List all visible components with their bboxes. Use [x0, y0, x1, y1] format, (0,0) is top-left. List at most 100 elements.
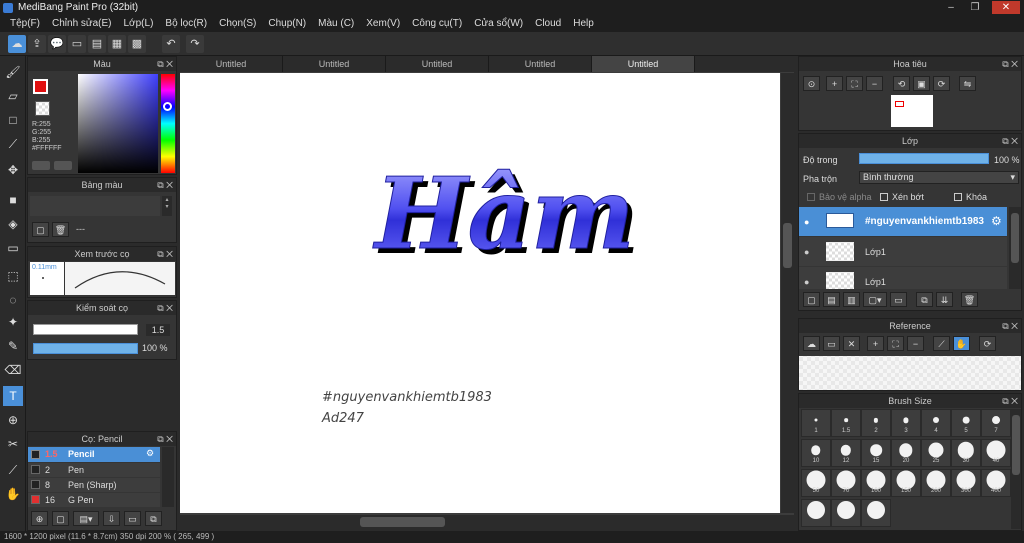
- zoom-in-icon[interactable]: +: [826, 76, 843, 91]
- folder-icon[interactable]: ▭: [890, 292, 907, 307]
- select-rect-icon[interactable]: ⬚: [3, 266, 23, 286]
- color-option-button[interactable]: [54, 161, 72, 170]
- palette-scrollbar[interactable]: ▴ ▾: [162, 196, 172, 216]
- palette-swatch-area[interactable]: [30, 196, 160, 216]
- canvas-vertical-scrollbar[interactable]: [781, 73, 794, 513]
- visibility-eye-icon[interactable]: ●: [804, 277, 809, 287]
- hue-slider[interactable]: [161, 74, 175, 173]
- grid-icon[interactable]: ▦: [108, 35, 126, 53]
- delete-palette-icon[interactable]: 🗑: [52, 222, 69, 237]
- zoom-in-icon[interactable]: +: [867, 336, 884, 351]
- tab-untitled-3[interactable]: Untitled: [386, 56, 489, 72]
- fit-icon[interactable]: ⛶: [887, 336, 904, 351]
- tab-untitled-5[interactable]: Untitled: [592, 56, 695, 72]
- cloud-icon[interactable]: ☁: [803, 336, 820, 351]
- brush-size-scroll-thumb[interactable]: [1012, 415, 1020, 475]
- brush-size-cell[interactable]: [801, 499, 831, 527]
- brush-size-cell[interactable]: 30: [951, 439, 981, 467]
- blend-mode-select[interactable]: Bình thường ▾: [859, 171, 1019, 184]
- brush-size-cell[interactable]: 7: [981, 409, 1011, 437]
- brush-menu-icon[interactable]: ▤▾: [73, 511, 99, 526]
- panel-controls-icon[interactable]: ⧉ ✕: [1002, 57, 1018, 71]
- menu-color[interactable]: Màu (C): [312, 16, 360, 32]
- brush-size-cell[interactable]: 2: [861, 409, 891, 437]
- new-layer-icon[interactable]: ▢: [803, 292, 820, 307]
- new-brush-icon[interactable]: ▢: [52, 511, 69, 526]
- brush-size-cell[interactable]: 4: [921, 409, 951, 437]
- brush-size-value[interactable]: 1.5: [146, 324, 170, 336]
- brush-size-slider[interactable]: [33, 324, 138, 335]
- chat-icon[interactable]: ▭: [68, 35, 86, 53]
- page-icon[interactable]: ▤: [88, 35, 106, 53]
- brush-size-cell[interactable]: 1: [801, 409, 831, 437]
- rotate-left-icon[interactable]: ⟲: [893, 76, 910, 91]
- line-icon[interactable]: ⟋: [3, 134, 23, 154]
- undo-icon[interactable]: ↶: [162, 35, 180, 53]
- layer-row[interactable]: ● Lớp1: [799, 237, 1007, 266]
- bucket-icon[interactable]: ◈: [3, 214, 23, 234]
- rotate-right-icon[interactable]: ⟳: [933, 76, 950, 91]
- visibility-eye-icon[interactable]: ●: [804, 217, 809, 227]
- brush-size-cell[interactable]: 10: [801, 439, 831, 467]
- duplicate-layer-icon[interactable]: ⧉: [916, 292, 933, 307]
- brush-size-cell[interactable]: 5: [951, 409, 981, 437]
- panel-controls-icon[interactable]: ⧉ ✕: [157, 247, 173, 261]
- minimize-button[interactable]: –: [940, 1, 962, 14]
- fill-rect-icon[interactable]: ■: [3, 190, 23, 210]
- brush-size-cell[interactable]: 300: [951, 469, 981, 497]
- eyedropper-icon[interactable]: ⟋: [3, 460, 23, 480]
- zoom-icon[interactable]: ⊙: [803, 76, 820, 91]
- delete-layer-icon[interactable]: 🗑: [961, 292, 978, 307]
- menu-view[interactable]: Xem(V): [360, 16, 406, 32]
- menu-file[interactable]: Tệp(F): [4, 16, 46, 32]
- fit-icon[interactable]: ⛶: [846, 76, 863, 91]
- menu-tools[interactable]: Công cụ(T): [406, 16, 468, 32]
- layer-add-menu-icon[interactable]: ▢▾: [863, 292, 887, 307]
- protect-alpha-checkbox[interactable]: [807, 193, 815, 201]
- brush-size-cell[interactable]: [831, 499, 861, 527]
- panel-controls-icon[interactable]: ⧉ ✕: [157, 57, 173, 71]
- brush-size-cell[interactable]: 12: [831, 439, 861, 467]
- saturation-value-picker[interactable]: [78, 74, 158, 173]
- hue-handle[interactable]: [163, 102, 172, 111]
- move-icon[interactable]: ✥: [3, 160, 23, 180]
- layer-scroll-thumb[interactable]: [1011, 213, 1019, 263]
- brush-size-cell[interactable]: 25: [921, 439, 951, 467]
- maximize-button[interactable]: ❐: [964, 1, 986, 14]
- brush-item-pencil[interactable]: 1.5 Pencil ⚙: [28, 447, 160, 462]
- canvas[interactable]: Hâm Hâm #nguyenvankhiemtb1983 Ad247: [180, 73, 780, 513]
- operation-icon[interactable]: ⊕: [3, 410, 23, 430]
- select-eraser-icon[interactable]: ⌫: [3, 360, 23, 380]
- settings-gear-icon[interactable]: ⚙: [991, 214, 1002, 228]
- brush-size-cell[interactable]: 200: [921, 469, 951, 497]
- layer-opacity-slider[interactable]: [859, 153, 989, 164]
- navigator-thumbnail[interactable]: [891, 95, 933, 127]
- panel-controls-icon[interactable]: ⧉ ✕: [157, 178, 173, 192]
- zoom-out-icon[interactable]: −: [907, 336, 924, 351]
- brush-size-cell[interactable]: 100: [861, 469, 891, 497]
- brush-icon[interactable]: 🖌: [3, 62, 23, 82]
- text-icon[interactable]: T: [3, 386, 23, 406]
- canvas-horizontal-scrollbar[interactable]: [180, 515, 794, 529]
- menu-help[interactable]: Help: [567, 16, 600, 32]
- brush-item-pen-sharp[interactable]: 8 Pen (Sharp): [28, 478, 160, 492]
- panel-controls-icon[interactable]: ⧉ ✕: [157, 301, 173, 315]
- foreground-color-swatch[interactable]: [33, 79, 48, 94]
- menu-select[interactable]: Chọn(S): [213, 16, 262, 32]
- rectangle-icon[interactable]: □: [3, 110, 23, 130]
- lasso-icon[interactable]: ◌: [3, 290, 23, 310]
- new-palette-icon[interactable]: ▢: [32, 222, 49, 237]
- menu-cloud[interactable]: Cloud: [529, 16, 567, 32]
- rotate-icon[interactable]: ⟳: [979, 336, 996, 351]
- brush-size-cell[interactable]: 15: [861, 439, 891, 467]
- horizontal-scroll-thumb[interactable]: [360, 517, 445, 527]
- clipping-checkbox[interactable]: [880, 193, 888, 201]
- hand-icon[interactable]: ✋: [3, 484, 23, 504]
- menu-window[interactable]: Cửa sổ(W): [468, 16, 529, 32]
- redo-icon[interactable]: ↷: [186, 35, 204, 53]
- panel-controls-icon[interactable]: ⧉ ✕: [157, 432, 173, 446]
- eyedropper-icon[interactable]: ⟋: [933, 336, 950, 351]
- comment-icon[interactable]: 💬: [48, 35, 66, 53]
- actual-size-icon[interactable]: ▣: [913, 76, 930, 91]
- magic-wand-icon[interactable]: ✦: [3, 312, 23, 332]
